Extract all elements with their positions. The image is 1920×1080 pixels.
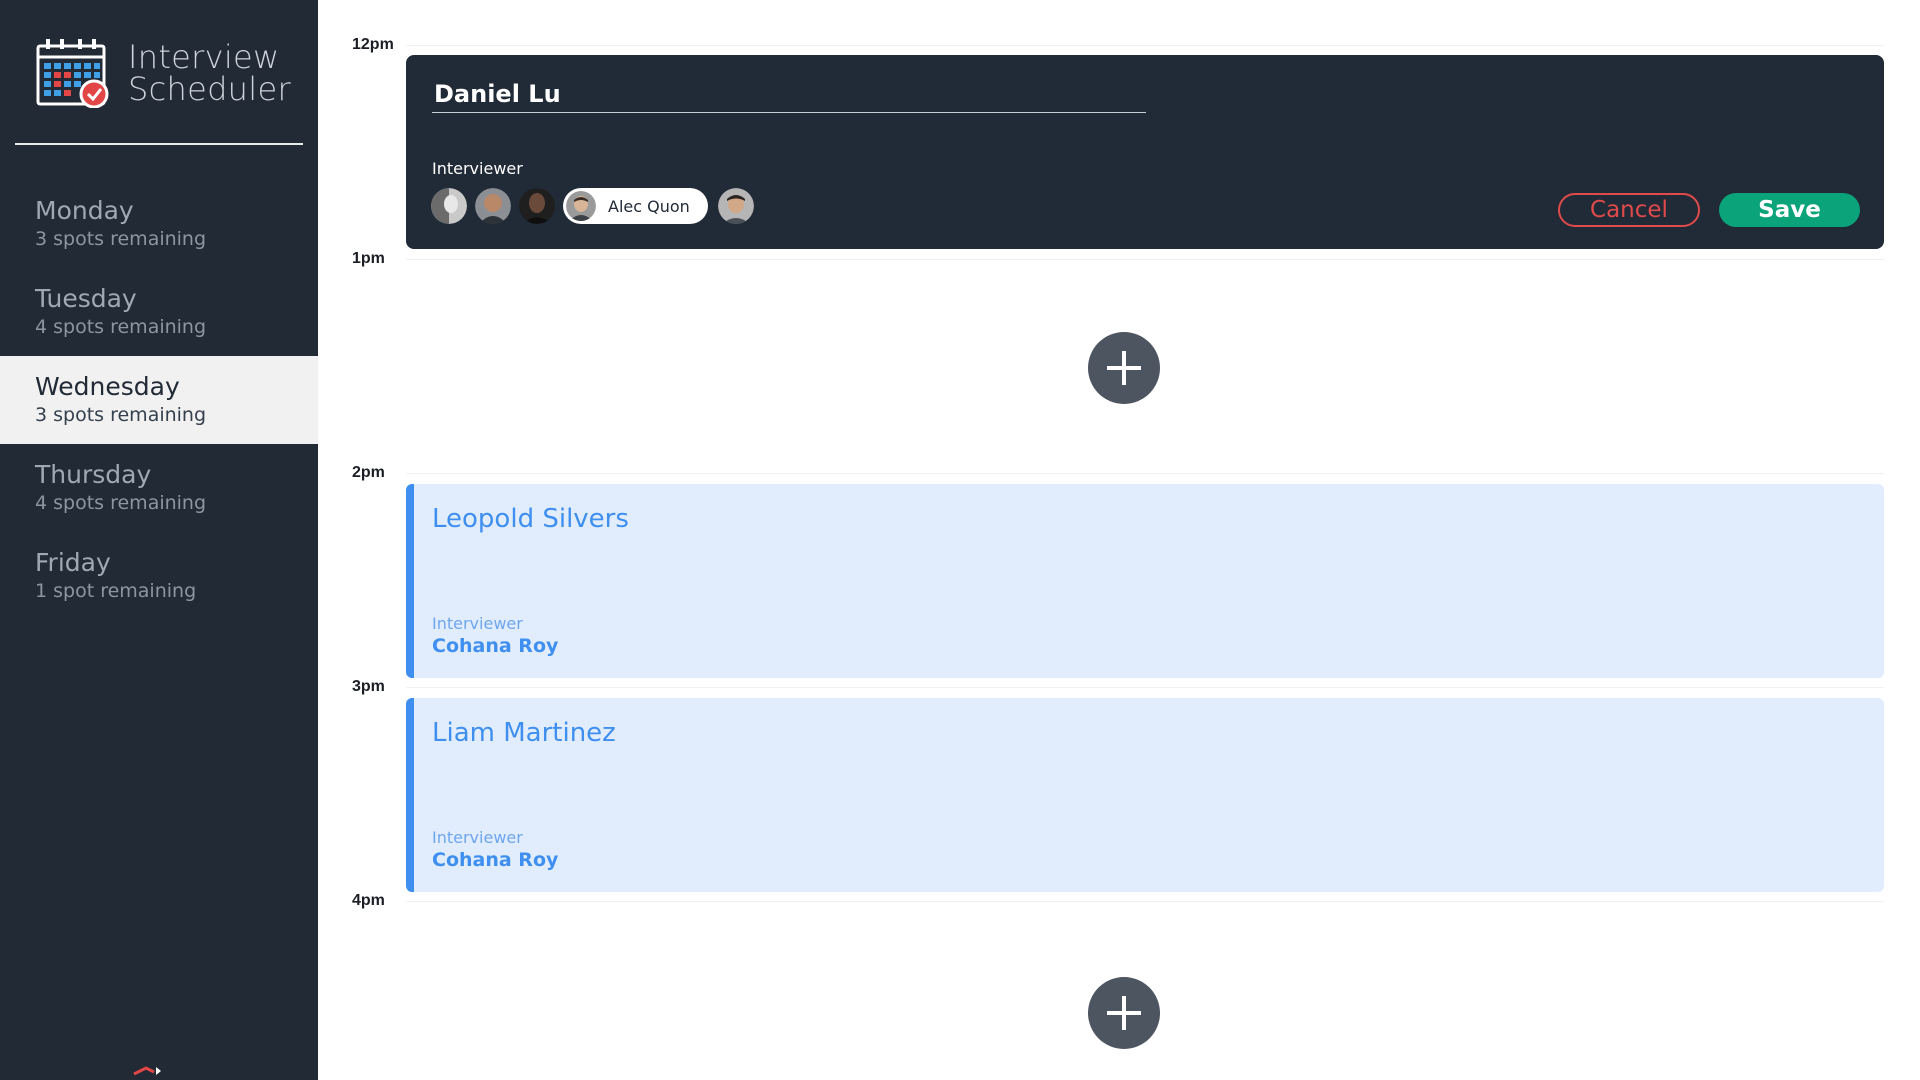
student-name-input[interactable] <box>432 75 1146 113</box>
sidebar: Interview Scheduler Monday 3 spots remai… <box>0 0 318 1080</box>
hour-divider <box>406 473 1884 474</box>
time-label: 12pm <box>352 36 394 53</box>
appointment-card[interactable]: Liam Martinez Interviewer Cohana Roy <box>406 698 1884 892</box>
appointment-student: Leopold Silvers <box>432 504 629 534</box>
hour-divider <box>406 259 1884 260</box>
hour-divider <box>406 687 1884 688</box>
time-label: 1pm <box>352 250 385 267</box>
appointment-interviewer: Cohana Roy <box>432 849 559 871</box>
sidebar-divider <box>15 143 303 145</box>
time-label: 4pm <box>352 892 385 909</box>
plus-icon <box>1107 351 1141 385</box>
day-spots: 4 spots remaining <box>35 492 207 514</box>
appointment-interviewer-label: Interviewer <box>432 828 523 847</box>
interviewer-avatar[interactable] <box>431 188 467 224</box>
hour-divider <box>406 901 1884 902</box>
appointment-form: Interviewer <box>406 55 1884 249</box>
add-appointment-button[interactable] <box>1088 332 1160 404</box>
interviewer-list: Alec Quon <box>431 188 762 224</box>
day-spots: 1 spot remaining <box>35 580 197 602</box>
time-label: 2pm <box>352 464 385 481</box>
app-title: Interview Scheduler <box>128 41 291 105</box>
time-label: 3pm <box>352 678 385 695</box>
day-name: Wednesday <box>35 372 180 401</box>
day-list: Monday 3 spots remaining Tuesday 4 spots… <box>0 180 318 620</box>
plus-icon <box>1107 996 1141 1030</box>
day-name: Friday <box>35 548 111 577</box>
interviewer-avatar[interactable] <box>519 188 555 224</box>
day-name: Monday <box>35 196 134 225</box>
interviewer-avatar[interactable] <box>717 188 754 224</box>
day-spots: 4 spots remaining <box>35 316 207 338</box>
hour-divider <box>406 45 1884 46</box>
day-name: Thursday <box>35 460 152 489</box>
appointment-student: Liam Martinez <box>432 718 616 748</box>
calendar-check-icon <box>36 39 109 108</box>
appointment-interviewer: Cohana Roy <box>432 635 559 657</box>
interviewer-avatar <box>566 191 596 221</box>
day-item-monday[interactable]: Monday 3 spots remaining <box>0 180 318 268</box>
interviewer-avatar[interactable] <box>475 188 511 224</box>
day-spots: 3 spots remaining <box>35 228 207 250</box>
day-item-tuesday[interactable]: Tuesday 4 spots remaining <box>0 268 318 356</box>
day-item-wednesday[interactable]: Wednesday 3 spots remaining <box>0 356 318 444</box>
appointment-interviewer-label: Interviewer <box>432 614 523 633</box>
add-appointment-button[interactable] <box>1088 977 1160 1049</box>
app-title-line-1: Interview <box>128 38 280 76</box>
interviewer-label: Interviewer <box>432 159 523 178</box>
interviewer-name: Alec Quon <box>608 196 690 216</box>
day-spots: 3 spots remaining <box>35 404 207 426</box>
cancel-button[interactable]: Cancel <box>1558 193 1700 227</box>
day-item-friday[interactable]: Friday 1 spot remaining <box>0 532 318 620</box>
day-name: Tuesday <box>35 284 137 313</box>
save-button[interactable]: Save <box>1719 193 1860 227</box>
interviewer-selected[interactable]: Alec Quon <box>563 188 708 224</box>
app-title-line-2: Scheduler <box>128 70 291 108</box>
footer-logo-icon <box>133 1066 161 1076</box>
day-item-thursday[interactable]: Thursday 4 spots remaining <box>0 444 318 532</box>
brand: Interview Scheduler <box>36 38 291 108</box>
appointment-card[interactable]: Leopold Silvers Interviewer Cohana Roy <box>406 484 1884 678</box>
